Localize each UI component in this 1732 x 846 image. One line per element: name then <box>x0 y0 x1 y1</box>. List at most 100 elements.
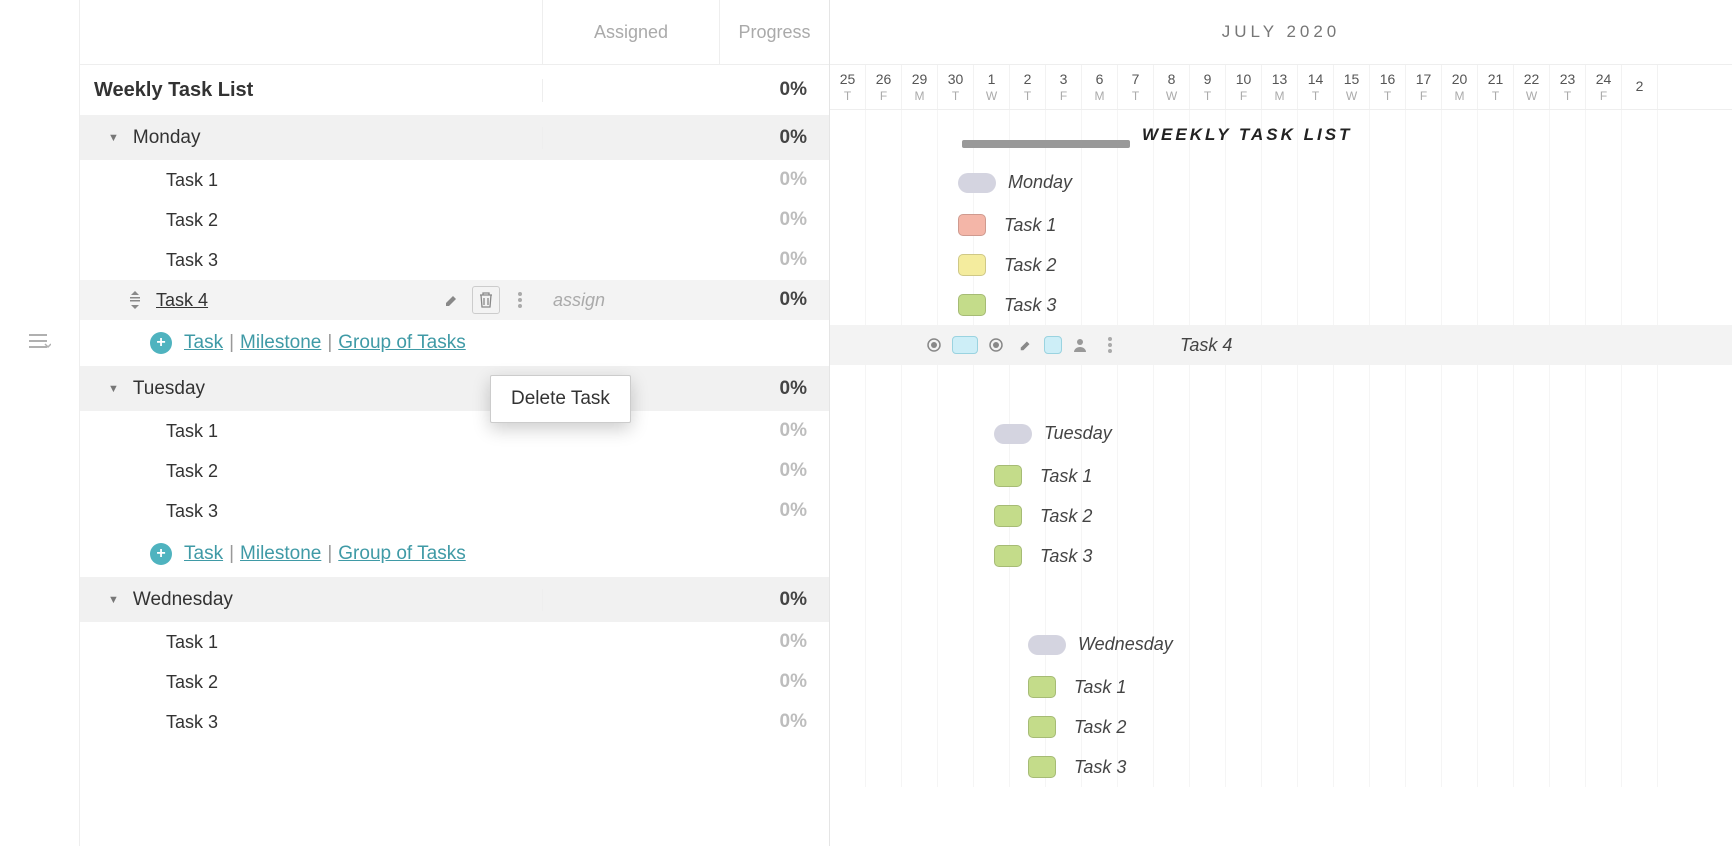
task-progress: 0% <box>720 249 829 271</box>
group-header[interactable]: ▼ Tuesday <box>80 378 543 400</box>
gantt-task-bar[interactable] <box>1028 756 1056 778</box>
date-cell[interactable]: 21T <box>1478 65 1514 109</box>
task-row[interactable]: Task 2 <box>80 210 543 231</box>
task-row[interactable]: Task 2 <box>80 461 543 482</box>
task-row[interactable]: Task 1 <box>80 632 543 653</box>
date-cell[interactable]: 8W <box>1154 65 1190 109</box>
task-row[interactable]: Task 1 <box>80 421 543 442</box>
more-vert-icon[interactable] <box>1098 333 1122 357</box>
progress-column-header[interactable]: Progress <box>720 0 829 64</box>
chevron-down-icon[interactable]: ▼ <box>108 132 119 144</box>
date-cell[interactable]: 22W <box>1514 65 1550 109</box>
user-icon[interactable] <box>1068 333 1092 357</box>
date-cell[interactable]: 10F <box>1226 65 1262 109</box>
date-cell[interactable]: 23T <box>1550 65 1586 109</box>
date-cell[interactable]: 17F <box>1406 65 1442 109</box>
task-row[interactable]: Task 3 <box>80 250 543 271</box>
plus-icon[interactable]: + <box>150 543 172 565</box>
add-group-link[interactable]: Group of Tasks <box>338 543 465 565</box>
drag-handle-icon[interactable] <box>128 291 142 309</box>
add-task-link[interactable]: Task <box>184 332 223 354</box>
circle-end-icon[interactable] <box>984 333 1008 357</box>
gantt-task-label: Task 3 <box>1074 757 1126 778</box>
task-progress: 0% <box>720 460 829 482</box>
date-cell[interactable]: 9T <box>1190 65 1226 109</box>
group-header[interactable]: ▼Monday <box>80 127 543 149</box>
date-cell[interactable]: 14T <box>1298 65 1334 109</box>
task-name: Task 1 <box>166 421 218 442</box>
gantt-task-toolbar <box>922 333 1122 357</box>
task-name: Task 3 <box>166 250 218 271</box>
group-name: Tuesday <box>133 378 205 400</box>
gantt-task-bar[interactable] <box>994 545 1022 567</box>
trash-icon[interactable] <box>472 286 500 314</box>
gantt-task-bar[interactable] <box>958 294 986 316</box>
gantt-task-bar[interactable] <box>958 254 986 276</box>
task-row[interactable]: Task 4 <box>80 286 543 314</box>
date-cell[interactable]: 29M <box>902 65 938 109</box>
date-cell[interactable]: 1W <box>974 65 1010 109</box>
gantt-task-bar[interactable] <box>952 336 978 354</box>
add-milestone-link[interactable]: Milestone <box>240 332 321 354</box>
gantt-task-bar[interactable] <box>994 465 1022 487</box>
more-icon[interactable] <box>508 288 532 312</box>
date-cell[interactable]: 6M <box>1082 65 1118 109</box>
chevron-down-icon[interactable]: ▼ <box>108 383 119 395</box>
task-name: Task 1 <box>166 632 218 653</box>
project-progress: 0% <box>720 79 829 101</box>
add-group-link[interactable]: Group of Tasks <box>338 332 465 354</box>
gantt-panel: JULY 2020 25T26F29M30T1W2T3F6M7T8W9T10F1… <box>830 0 1732 846</box>
task-progress: 0% <box>720 420 829 442</box>
date-cell[interactable]: 3F <box>1046 65 1082 109</box>
assign-placeholder[interactable]: assign <box>553 290 605 311</box>
date-cell[interactable]: 26F <box>866 65 902 109</box>
add-task-link[interactable]: Task <box>184 543 223 565</box>
task-name: Task 2 <box>166 461 218 482</box>
task-row[interactable]: Task 2 <box>80 672 543 693</box>
color-swatch-icon[interactable] <box>1044 336 1062 354</box>
task-name[interactable]: Task 4 <box>156 290 208 311</box>
gantt-group-label: Tuesday <box>1044 423 1112 444</box>
gantt-task-bar[interactable] <box>1028 676 1056 698</box>
date-cell[interactable]: 15W <box>1334 65 1370 109</box>
list-icon[interactable] <box>29 334 51 350</box>
date-cell[interactable]: 2 <box>1622 65 1658 109</box>
project-title[interactable]: Weekly Task List <box>80 79 543 102</box>
task-progress: 0% <box>720 169 829 191</box>
date-cell[interactable]: 7T <box>1118 65 1154 109</box>
add-item-row: +Task|Milestone|Group of Tasks <box>80 332 543 354</box>
gantt-task-label: Task 3 <box>1040 546 1092 567</box>
edit-icon[interactable] <box>440 288 464 312</box>
gantt-task-bar[interactable] <box>994 505 1022 527</box>
gantt-group-pill[interactable] <box>958 173 996 193</box>
gantt-task-bar[interactable] <box>958 214 986 236</box>
group-name: Wednesday <box>133 589 233 611</box>
date-cell[interactable]: 16T <box>1370 65 1406 109</box>
pencil-icon[interactable] <box>1014 333 1038 357</box>
gantt-group-pill[interactable] <box>994 424 1032 444</box>
group-progress: 0% <box>720 127 829 149</box>
date-cell[interactable]: 25T <box>830 65 866 109</box>
chevron-down-icon[interactable]: ▼ <box>108 594 119 606</box>
task-row[interactable]: Task 1 <box>80 170 543 191</box>
task-row[interactable]: Task 3 <box>80 501 543 522</box>
task-row[interactable]: Task 3 <box>80 712 543 733</box>
date-cell[interactable]: 24F <box>1586 65 1622 109</box>
date-cell[interactable]: 2T <box>1010 65 1046 109</box>
add-milestone-link[interactable]: Milestone <box>240 543 321 565</box>
assigned-column-header[interactable]: Assigned <box>543 0 720 64</box>
group-progress: 0% <box>720 589 829 611</box>
circle-start-icon[interactable] <box>922 333 946 357</box>
context-menu-delete-task[interactable]: Delete Task <box>490 375 631 423</box>
group-header[interactable]: ▼ Wednesday <box>80 589 543 611</box>
gantt-task-bar[interactable] <box>1028 716 1056 738</box>
date-cell[interactable]: 20M <box>1442 65 1478 109</box>
gantt-group-pill[interactable] <box>1028 635 1066 655</box>
date-header: 25T26F29M30T1W2T3F6M7T8W9T10F13M14T15W16… <box>830 65 1732 110</box>
gantt-task-label: Task 3 <box>1004 295 1056 316</box>
date-cell[interactable]: 30T <box>938 65 974 109</box>
date-cell[interactable]: 13M <box>1262 65 1298 109</box>
add-item-row: +Task|Milestone|Group of Tasks <box>80 543 543 565</box>
plus-icon[interactable]: + <box>150 332 172 354</box>
task-progress: 0% <box>720 500 829 522</box>
